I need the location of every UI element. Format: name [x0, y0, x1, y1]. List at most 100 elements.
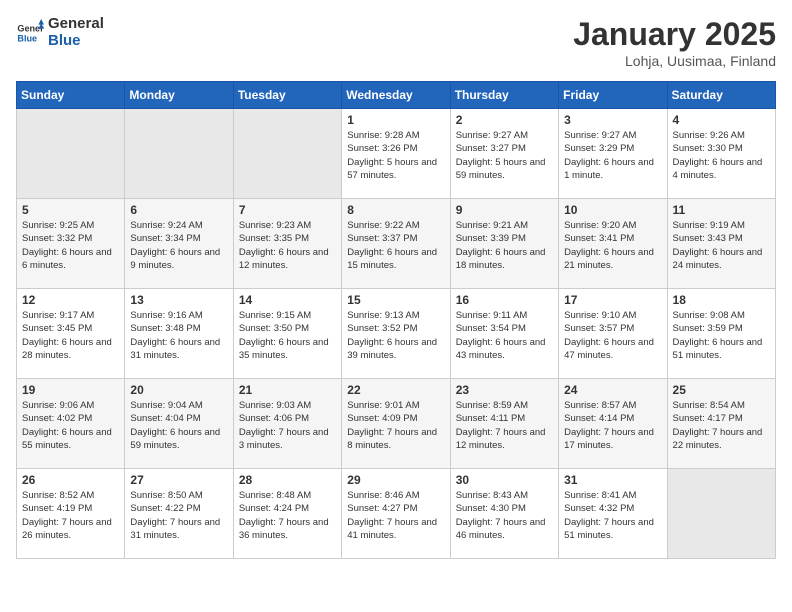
table-row: 29 Sunrise: 8:46 AM Sunset: 4:27 PM Dayli…	[342, 469, 450, 559]
day-number: 22	[347, 383, 444, 397]
table-row: 25Sunrise: 8:54 AM Sunset: 4:17 PM Dayli…	[667, 379, 775, 469]
day-number: 17	[564, 293, 661, 307]
day-number: 2	[456, 113, 553, 127]
day-number: 29	[347, 473, 444, 487]
calendar-week-row: 19 Sunrise: 9:06 AM Sunset: 4:02 PM Dayli…	[17, 379, 776, 469]
table-row: 17 Sunrise: 9:10 AM Sunset: 3:57 PM Dayli…	[559, 289, 667, 379]
day-info: Sunrise: 9:22 AM Sunset: 3:37 PM Dayligh…	[347, 219, 444, 272]
day-info: Sunrise: 9:27 AM Sunset: 3:29 PM Dayligh…	[564, 129, 661, 182]
day-info: Sunrise: 8:43 AM Sunset: 4:30 PM Dayligh…	[456, 489, 553, 542]
day-number: 12	[22, 293, 119, 307]
day-info: Sunrise: 9:27 AM Sunset: 3:27 PM Dayligh…	[456, 129, 553, 182]
day-number: 5	[22, 203, 119, 217]
table-row	[125, 109, 233, 199]
day-info: Sunrise: 8:54 AM Sunset: 4:17 PM Dayligh…	[673, 399, 770, 452]
svg-text:Blue: Blue	[17, 33, 37, 43]
day-number: 30	[456, 473, 553, 487]
day-info: Sunrise: 9:08 AM Sunset: 3:59 PM Dayligh…	[673, 309, 770, 362]
col-saturday: Saturday	[667, 82, 775, 109]
day-number: 11	[673, 203, 770, 217]
day-number: 19	[22, 383, 119, 397]
calendar-title: January 2025	[573, 16, 776, 53]
day-number: 16	[456, 293, 553, 307]
day-number: 28	[239, 473, 336, 487]
day-number: 8	[347, 203, 444, 217]
day-info: Sunrise: 9:17 AM Sunset: 3:45 PM Dayligh…	[22, 309, 119, 362]
day-info: Sunrise: 9:25 AM Sunset: 3:32 PM Dayligh…	[22, 219, 119, 272]
day-info: Sunrise: 9:26 AM Sunset: 3:30 PM Dayligh…	[673, 129, 770, 182]
table-row: 15 Sunrise: 9:13 AM Sunset: 3:52 PM Dayli…	[342, 289, 450, 379]
table-row: 30 Sunrise: 8:43 AM Sunset: 4:30 PM Dayli…	[450, 469, 558, 559]
table-row: 26 Sunrise: 8:52 AM Sunset: 4:19 PM Dayli…	[17, 469, 125, 559]
col-monday: Monday	[125, 82, 233, 109]
day-info: Sunrise: 8:50 AM Sunset: 4:22 PM Dayligh…	[130, 489, 227, 542]
table-row: 20 Sunrise: 9:04 AM Sunset: 4:04 PM Dayli…	[125, 379, 233, 469]
day-info: Sunrise: 9:13 AM Sunset: 3:52 PM Dayligh…	[347, 309, 444, 362]
table-row: 28 Sunrise: 8:48 AM Sunset: 4:24 PM Dayli…	[233, 469, 341, 559]
header-row: Sunday Monday Tuesday Wednesday Thursday…	[17, 82, 776, 109]
title-block: January 2025 Lohja, Uusimaa, Finland	[573, 16, 776, 69]
day-number: 13	[130, 293, 227, 307]
day-info: Sunrise: 9:03 AM Sunset: 4:06 PM Dayligh…	[239, 399, 336, 452]
day-info: Sunrise: 9:28 AM Sunset: 3:26 PM Dayligh…	[347, 129, 444, 182]
logo-blue: Blue	[48, 33, 104, 50]
table-row: 18 Sunrise: 9:08 AM Sunset: 3:59 PM Dayli…	[667, 289, 775, 379]
col-friday: Friday	[559, 82, 667, 109]
table-row: 6Sunrise: 9:24 AM Sunset: 3:34 PM Daylig…	[125, 199, 233, 289]
table-row: 27 Sunrise: 8:50 AM Sunset: 4:22 PM Dayli…	[125, 469, 233, 559]
table-row	[667, 469, 775, 559]
calendar-subtitle: Lohja, Uusimaa, Finland	[573, 53, 776, 69]
day-info: Sunrise: 9:21 AM Sunset: 3:39 PM Dayligh…	[456, 219, 553, 272]
col-wednesday: Wednesday	[342, 82, 450, 109]
day-number: 27	[130, 473, 227, 487]
table-row: 14 Sunrise: 9:15 AM Sunset: 3:50 PM Dayli…	[233, 289, 341, 379]
day-number: 14	[239, 293, 336, 307]
day-info: Sunrise: 9:16 AM Sunset: 3:48 PM Dayligh…	[130, 309, 227, 362]
day-info: Sunrise: 8:41 AM Sunset: 4:32 PM Dayligh…	[564, 489, 661, 542]
day-number: 3	[564, 113, 661, 127]
day-info: Sunrise: 8:48 AM Sunset: 4:24 PM Dayligh…	[239, 489, 336, 542]
table-row	[233, 109, 341, 199]
table-row: 7Sunrise: 9:23 AM Sunset: 3:35 PM Daylig…	[233, 199, 341, 289]
table-row: 8 Sunrise: 9:22 AM Sunset: 3:37 PM Daylig…	[342, 199, 450, 289]
table-row: 31Sunrise: 8:41 AM Sunset: 4:32 PM Dayli…	[559, 469, 667, 559]
table-row: 12 Sunrise: 9:17 AM Sunset: 3:45 PM Dayli…	[17, 289, 125, 379]
day-number: 18	[673, 293, 770, 307]
day-info: Sunrise: 9:11 AM Sunset: 3:54 PM Dayligh…	[456, 309, 553, 362]
day-info: Sunrise: 8:52 AM Sunset: 4:19 PM Dayligh…	[22, 489, 119, 542]
day-number: 15	[347, 293, 444, 307]
day-info: Sunrise: 9:06 AM Sunset: 4:02 PM Dayligh…	[22, 399, 119, 452]
day-number: 7	[239, 203, 336, 217]
day-number: 10	[564, 203, 661, 217]
day-info: Sunrise: 9:19 AM Sunset: 3:43 PM Dayligh…	[673, 219, 770, 272]
col-tuesday: Tuesday	[233, 82, 341, 109]
calendar-table: Sunday Monday Tuesday Wednesday Thursday…	[16, 81, 776, 559]
table-row: 16 Sunrise: 9:11 AM Sunset: 3:54 PM Dayli…	[450, 289, 558, 379]
day-info: Sunrise: 8:57 AM Sunset: 4:14 PM Dayligh…	[564, 399, 661, 452]
day-info: Sunrise: 9:01 AM Sunset: 4:09 PM Dayligh…	[347, 399, 444, 452]
table-row: 3 Sunrise: 9:27 AM Sunset: 3:29 PM Daylig…	[559, 109, 667, 199]
table-row: 2 Sunrise: 9:27 AM Sunset: 3:27 PM Daylig…	[450, 109, 558, 199]
calendar-week-row: 12 Sunrise: 9:17 AM Sunset: 3:45 PM Dayli…	[17, 289, 776, 379]
day-number: 21	[239, 383, 336, 397]
day-number: 20	[130, 383, 227, 397]
calendar-week-row: 5 Sunrise: 9:25 AM Sunset: 3:32 PM Daylig…	[17, 199, 776, 289]
table-row: 11 Sunrise: 9:19 AM Sunset: 3:43 PM Dayli…	[667, 199, 775, 289]
day-number: 26	[22, 473, 119, 487]
table-row: 23Sunrise: 8:59 AM Sunset: 4:11 PM Dayli…	[450, 379, 558, 469]
table-row: 5 Sunrise: 9:25 AM Sunset: 3:32 PM Daylig…	[17, 199, 125, 289]
table-row: 19 Sunrise: 9:06 AM Sunset: 4:02 PM Dayli…	[17, 379, 125, 469]
table-row: 24Sunrise: 8:57 AM Sunset: 4:14 PM Dayli…	[559, 379, 667, 469]
calendar-week-row: 1Sunrise: 9:28 AM Sunset: 3:26 PM Daylig…	[17, 109, 776, 199]
table-row: 4 Sunrise: 9:26 AM Sunset: 3:30 PM Daylig…	[667, 109, 775, 199]
table-row: 10Sunrise: 9:20 AM Sunset: 3:41 PM Dayli…	[559, 199, 667, 289]
day-number: 4	[673, 113, 770, 127]
calendar-header: Sunday Monday Tuesday Wednesday Thursday…	[17, 82, 776, 109]
table-row: 21 Sunrise: 9:03 AM Sunset: 4:06 PM Dayli…	[233, 379, 341, 469]
day-info: Sunrise: 9:15 AM Sunset: 3:50 PM Dayligh…	[239, 309, 336, 362]
day-info: Sunrise: 9:10 AM Sunset: 3:57 PM Dayligh…	[564, 309, 661, 362]
day-info: Sunrise: 8:46 AM Sunset: 4:27 PM Dayligh…	[347, 489, 444, 542]
day-info: Sunrise: 9:04 AM Sunset: 4:04 PM Dayligh…	[130, 399, 227, 452]
day-number: 23	[456, 383, 553, 397]
table-row: 1Sunrise: 9:28 AM Sunset: 3:26 PM Daylig…	[342, 109, 450, 199]
